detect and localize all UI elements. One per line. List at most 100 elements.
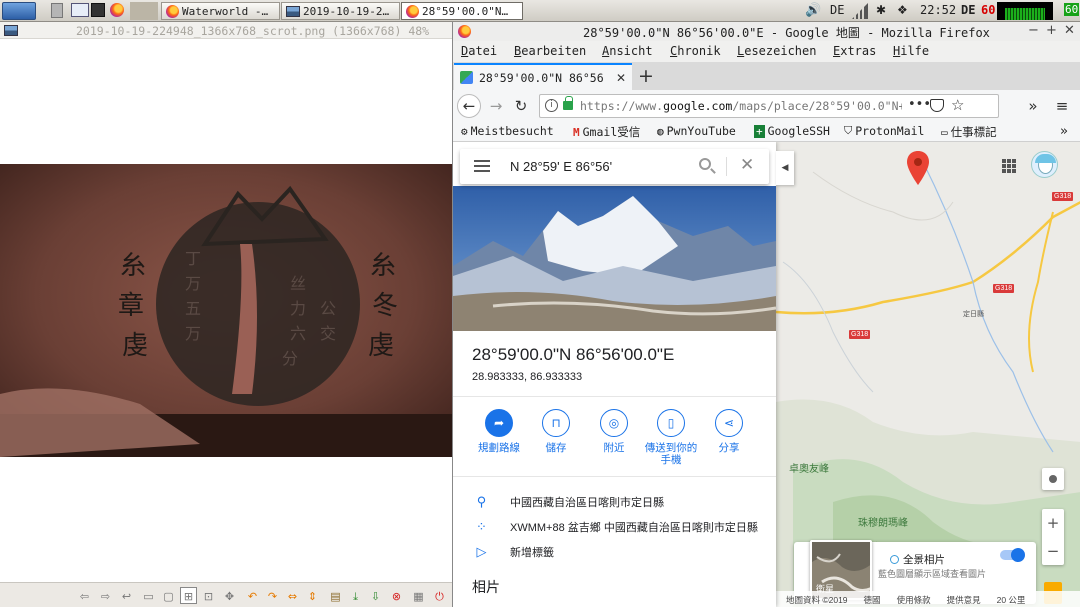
dropbox-icon[interactable]: ❖ [897, 3, 913, 19]
flip-vertical-icon[interactable]: ⇕ [304, 587, 321, 604]
tab-google-maps[interactable]: 28°59'00.0"N 86°56 ✕ [454, 63, 632, 90]
my-location-icon[interactable] [1042, 468, 1064, 490]
map-label-everest[interactable]: 珠穆朗瑪峰 [858, 514, 908, 529]
menu-chronik[interactable]: Chronik [670, 44, 721, 58]
info-icon[interactable]: i [545, 99, 558, 112]
minimize-icon[interactable]: − [1028, 23, 1039, 38]
viewer-title-bar[interactable]: 2019-10-19-224948_1366x768_scrot.png (13… [0, 22, 452, 39]
network-signal-icon[interactable] [852, 3, 868, 19]
forward-arrow-icon[interactable]: → [485, 95, 507, 117]
task-button-waterworld[interactable]: Waterworld -… [161, 2, 280, 20]
google-apps-grid-icon[interactable] [1002, 159, 1016, 173]
trash-icon[interactable] [51, 3, 63, 18]
nav-icon[interactable]: ↩ [118, 587, 135, 604]
flip-horizontal-icon[interactable]: ⇔ [284, 587, 301, 604]
prev-image-icon[interactable]: ⇦ [76, 587, 93, 604]
page-actions-icon[interactable]: ••• [908, 97, 931, 112]
footer-scale[interactable]: 20 公里 [997, 594, 1026, 607]
open-folder-icon[interactable]: ▤ [327, 587, 344, 604]
clear-search-icon[interactable]: ✕ [740, 155, 754, 175]
share-button[interactable]: ⋖ 分享 [699, 409, 759, 454]
firefox-launcher-icon[interactable] [110, 3, 124, 17]
map-label-town[interactable]: 定日縣 [963, 309, 984, 319]
save-icon[interactable]: ⤓ [347, 587, 364, 604]
rotate-left-icon[interactable]: ↶ [244, 587, 261, 604]
start-menu-icon[interactable] [2, 2, 36, 20]
road-shield-g318-c: G318 [849, 330, 871, 339]
terminal-icon[interactable] [91, 3, 105, 17]
collapse-panel-icon[interactable]: ◀ [776, 151, 794, 185]
task-button-google-maps[interactable]: 28°59'00.0"N… [401, 2, 523, 20]
tab-close-icon[interactable]: ✕ [616, 71, 626, 85]
properties-icon[interactable]: ▦ [410, 587, 427, 604]
blank-launcher-icon[interactable] [130, 2, 158, 20]
bookmarks-overflow-icon[interactable]: » [1060, 124, 1068, 139]
nearby-button[interactable]: ◎ 附近 [584, 409, 644, 454]
windows-icon[interactable] [71, 3, 89, 17]
place-hero-photo[interactable] [453, 186, 776, 331]
menu-lesezeichen[interactable]: Lesezeichen [737, 44, 816, 58]
back-arrow-icon[interactable]: ← [457, 94, 481, 118]
address-row[interactable]: ⚲ 中國西藏自治區日喀則市定日縣 [473, 494, 664, 510]
panorama-toggle-switch[interactable] [1000, 548, 1025, 562]
menu-ansicht[interactable]: Ansicht [602, 44, 653, 58]
zoom-out-button[interactable]: − [1042, 537, 1064, 565]
bookmark-star-icon[interactable]: ☆ [951, 96, 964, 114]
new-tab-icon[interactable]: + [638, 65, 654, 87]
lock-icon[interactable] [563, 96, 573, 110]
reload-icon[interactable]: ↻ [510, 95, 532, 117]
hamburger-menu-icon[interactable] [474, 160, 490, 172]
account-avatar[interactable] [1031, 151, 1058, 178]
menu-hilfe[interactable]: Hilfe [893, 44, 929, 58]
menu-bearbeiten[interactable]: Bearbeiten [514, 44, 586, 58]
url-bar[interactable]: i https://www.google.com/maps/place/28°5… [539, 94, 999, 118]
footer-country[interactable]: 德國 [864, 594, 881, 607]
bookmark-folder-work[interactable]: ▭ 仕事標記 [941, 124, 997, 140]
map-label-cho-oyu[interactable]: 卓奧友峰 [789, 460, 829, 475]
zoom-in-button[interactable]: + [1042, 509, 1064, 537]
zoom-fit-icon[interactable]: ⊞ [180, 587, 197, 604]
label-icon: ▷ [476, 544, 487, 559]
zoom-out-icon[interactable]: ▭ [140, 587, 157, 604]
add-label-row[interactable]: ▷ 新增標籤 [473, 544, 555, 560]
firefox-icon [166, 4, 179, 18]
send-to-phone-button[interactable]: ▯ 傳送到你的手機 [641, 409, 701, 466]
search-box[interactable]: N 28°59' E 86°56' ✕ [460, 149, 769, 184]
rotate-right-icon[interactable]: ↷ [264, 587, 281, 604]
bluetooth-icon[interactable]: ✱ [876, 3, 892, 19]
bookmark-meistbesucht[interactable]: ⚙ Meistbesucht [461, 124, 554, 138]
plus-code-row[interactable]: ⁘ XWMM+88 盆吉鄉 中國西藏自治區日喀則市定日縣 [473, 519, 758, 535]
directions-button[interactable]: ➦ 規劃路線 [469, 409, 529, 454]
search-input[interactable]: N 28°59' E 86°56' [510, 159, 612, 174]
task-button-image-viewer[interactable]: 2019-10-19-2… [281, 2, 400, 20]
zoom-in-icon[interactable]: ▢ [160, 587, 177, 604]
menu-datei[interactable]: Datei [461, 44, 497, 58]
keyboard-layout-indicator[interactable]: DE [830, 3, 844, 17]
overflow-chevron-icon[interactable]: » [1022, 95, 1044, 117]
fullscreen-icon[interactable]: ✥ [221, 587, 238, 604]
zoom-100-icon[interactable]: ⊡ [200, 587, 217, 604]
panorama-option[interactable]: 全景相片 [890, 552, 945, 567]
menu-hamburger-icon[interactable]: ≡ [1051, 95, 1073, 117]
location-pin-marker-icon[interactable] [907, 151, 929, 185]
map-data-copyright[interactable]: 地圖資料 ©2019 [786, 594, 848, 607]
search-icon[interactable] [699, 158, 711, 170]
footer-feedback[interactable]: 提供意見 [947, 594, 981, 607]
bookmark-pwnyoutube[interactable]: ◍ PwnYouTube [657, 124, 736, 138]
pocket-icon[interactable] [930, 99, 944, 112]
close-icon[interactable]: ✕ [1064, 23, 1075, 38]
save-button[interactable]: ⊓ 儲存 [526, 409, 586, 454]
audio-icon[interactable]: 🔊 [805, 3, 821, 19]
quit-icon[interactable]: ⏻ [431, 587, 448, 604]
footer-terms[interactable]: 使用條款 [897, 594, 931, 607]
next-image-icon[interactable]: ⇨ [97, 587, 114, 604]
delete-icon[interactable]: ⊗ [388, 587, 405, 604]
save-as-icon[interactable]: ⇩ [367, 587, 384, 604]
clock[interactable]: 22:52 [920, 3, 956, 17]
bookmark-protonmail[interactable]: ⛉ ProtonMail [844, 124, 925, 138]
bookmark-gmail[interactable]: M Gmail受信 [573, 124, 640, 140]
maximize-icon[interactable]: + [1046, 23, 1057, 38]
bookmark-googlessh[interactable]: + GoogleSSH [754, 124, 830, 138]
menu-extras[interactable]: Extras [833, 44, 876, 58]
firefox-title-bar[interactable]: 28°59'00.0"N 86°56'00.0"E - Google 地圖 - … [453, 22, 1080, 41]
